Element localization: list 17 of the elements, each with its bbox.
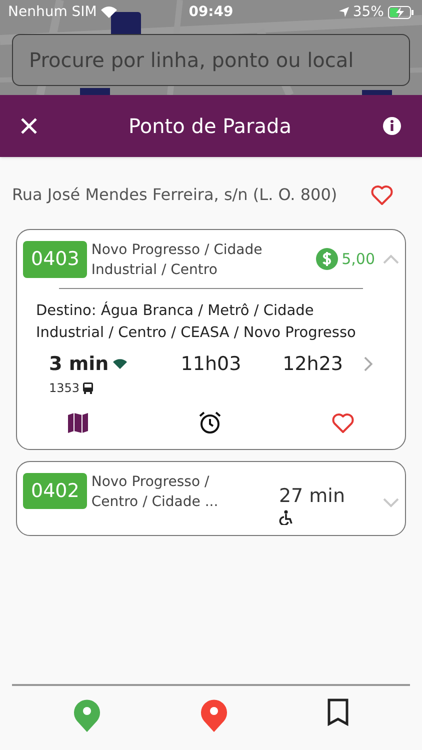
- stop-address: Rua José Mendes Ferreira, s/n (L. O. 800): [12, 184, 338, 206]
- vehicle-number: 1353: [49, 380, 80, 396]
- search-field[interactable]: Procure por linha, ponto ou local: [12, 34, 410, 86]
- fare: 5,00: [342, 249, 375, 270]
- arrival-time: 3 min: [49, 352, 109, 377]
- departure-time: 12h23: [282, 352, 344, 377]
- arrival-time: 27 min: [278, 484, 345, 508]
- header-title: Ponto de Parada: [128, 113, 292, 140]
- departure-time: 11h03: [180, 352, 242, 377]
- destination: Destino: Água Branca / Metrô / Cidade Industrial / Centro / CEASA / Novo Progresso: [35, 300, 357, 343]
- carrier-label: Nenhum SIM: [8, 2, 97, 22]
- line-name: Novo Progresso / Centro / Cidade ...: [91, 472, 220, 512]
- line-name: Novo Progresso / Cidade Industrial / Centro: [91, 241, 264, 280]
- clock: 09:49: [188, 2, 234, 22]
- line-code-badge: 0402: [23, 472, 88, 509]
- line-code-badge: 0403: [23, 241, 88, 278]
- battery-percent: 35%: [352, 2, 384, 22]
